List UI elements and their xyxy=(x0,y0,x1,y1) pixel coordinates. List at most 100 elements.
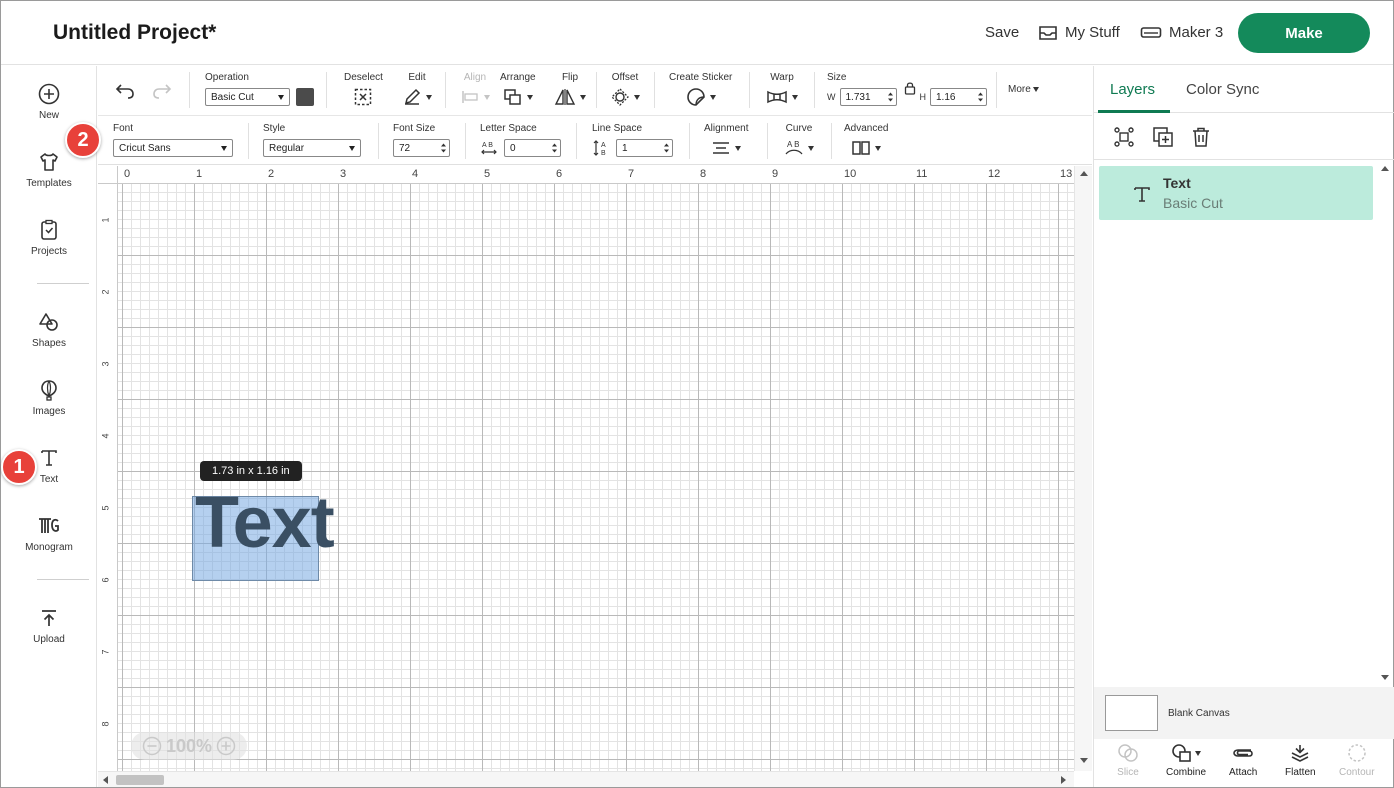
color-swatch[interactable] xyxy=(296,88,314,106)
slice-button[interactable]: Slice xyxy=(1117,743,1139,778)
scroll-left-icon[interactable] xyxy=(102,776,108,784)
zoom-in-icon[interactable] xyxy=(216,736,236,756)
my-stuff-button[interactable]: My Stuff xyxy=(1038,24,1120,41)
blank-canvas-swatch[interactable] xyxy=(1105,695,1158,731)
line-space-label: Line Space xyxy=(592,123,643,134)
make-button[interactable]: Make xyxy=(1238,13,1370,53)
more-button[interactable]: More xyxy=(1008,84,1039,95)
design-canvas[interactable]: 0 1 2 3 4 5 6 7 8 9 10 11 12 13 1 2 3 4 … xyxy=(98,166,1074,771)
contour-button[interactable]: Contour xyxy=(1339,743,1375,778)
curve-icon: A B xyxy=(785,140,803,155)
flatten-button[interactable]: Flatten xyxy=(1285,743,1316,778)
blank-canvas-layer[interactable]: Blank Canvas xyxy=(1094,687,1394,739)
inbox-icon xyxy=(1039,25,1057,40)
ruler-tick-label: 4 xyxy=(412,168,419,180)
canvas-vertical-scrollbar[interactable] xyxy=(1074,166,1092,771)
duplicate-icon[interactable] xyxy=(1152,126,1174,148)
sidebar-item-monogram[interactable]: Monogram xyxy=(1,514,97,570)
warp-tool[interactable]: Warp xyxy=(766,72,798,108)
sidebar-item-label: Upload xyxy=(33,634,65,645)
save-button[interactable]: Save xyxy=(985,24,1019,41)
advanced-tool[interactable]: Advanced xyxy=(844,123,888,159)
ruler-tick-label: 6 xyxy=(100,577,111,583)
tshirt-icon xyxy=(40,153,58,171)
group-icon[interactable] xyxy=(1113,126,1135,148)
edit-toolbar: Operation Basic Cut Deselect Edit Align … xyxy=(98,66,1092,116)
style-select[interactable]: Regular xyxy=(263,139,361,157)
ruler-tick-label: 9 xyxy=(772,168,779,180)
ruler-tick-label: 1 xyxy=(100,217,111,223)
width-label: W xyxy=(827,92,836,102)
combine-button[interactable]: Combine xyxy=(1166,743,1206,778)
letter-space-input[interactable]: 0 xyxy=(504,139,561,157)
project-title[interactable]: Untitled Project* xyxy=(53,21,216,45)
warp-icon xyxy=(767,90,787,104)
deselect-tool[interactable]: Deselect xyxy=(344,72,383,108)
left-sidebar: New Templates Projects Shapes Images Tex… xyxy=(1,66,97,787)
layer-operation: Basic Cut xyxy=(1163,195,1223,211)
svg-text:B: B xyxy=(601,150,606,157)
width-input[interactable]: 1.731 xyxy=(839,88,897,106)
font-size-input[interactable]: 72 xyxy=(393,139,450,157)
layers-panel: Layers Color Sync Text Basic Cut Blank C… xyxy=(1093,66,1394,787)
height-input[interactable]: 1.16 xyxy=(930,88,987,106)
operation-control: Operation Basic Cut xyxy=(205,72,314,108)
arrange-icon xyxy=(504,89,521,105)
line-space-input[interactable]: 1 xyxy=(616,139,673,157)
scroll-down-icon[interactable] xyxy=(1080,758,1088,764)
sidebar-item-shapes[interactable]: Shapes xyxy=(1,310,97,366)
pencil-icon xyxy=(404,88,421,105)
attach-button[interactable]: Attach xyxy=(1229,743,1257,778)
edit-tool[interactable]: Edit xyxy=(402,72,432,108)
align-label: Align xyxy=(463,72,487,83)
ruler-tick-label: 6 xyxy=(556,168,563,180)
svg-text:A: A xyxy=(601,142,606,149)
my-stuff-label: My Stuff xyxy=(1065,24,1120,41)
ruler-tick-label: 12 xyxy=(988,168,1001,180)
create-sticker-tool[interactable]: Create Sticker xyxy=(669,72,732,108)
dimension-tooltip: 1.73 in x 1.16 in xyxy=(200,461,302,481)
redo-icon[interactable] xyxy=(151,82,173,100)
arrange-tool[interactable]: Arrange xyxy=(500,72,536,108)
advanced-icon xyxy=(852,141,870,155)
layers-scrollbar[interactable] xyxy=(1375,161,1394,687)
ruler-tick-label: 5 xyxy=(100,505,111,511)
scroll-up-icon[interactable] xyxy=(1381,165,1389,171)
scroll-thumb[interactable] xyxy=(116,775,164,785)
sidebar-item-projects[interactable]: Projects xyxy=(1,218,97,274)
sidebar-item-templates[interactable]: Templates xyxy=(1,150,97,206)
tab-color-sync[interactable]: Color Sync xyxy=(1186,81,1259,98)
sidebar-item-label: Images xyxy=(32,406,66,417)
ruler-tick-label: 10 xyxy=(844,168,857,180)
ruler-tick-label: 0 xyxy=(124,168,131,180)
alignment-tool[interactable]: Alignment xyxy=(704,123,748,159)
machine-selector[interactable]: Maker 3 xyxy=(1140,24,1223,41)
lock-icon[interactable] xyxy=(904,81,916,95)
operation-select[interactable]: Basic Cut xyxy=(205,88,290,106)
flip-tool[interactable]: Flip xyxy=(554,72,586,108)
sidebar-item-upload[interactable]: Upload xyxy=(1,606,97,662)
ruler-tick-label: 2 xyxy=(100,289,111,295)
layer-item-text[interactable]: Text Basic Cut xyxy=(1099,166,1373,220)
layer-name: Text xyxy=(1163,175,1191,191)
undo-icon[interactable] xyxy=(114,82,136,100)
flatten-label: Flatten xyxy=(1285,767,1316,778)
combine-label: Combine xyxy=(1166,767,1207,778)
font-select[interactable]: Cricut Sans xyxy=(113,139,233,157)
scroll-right-icon[interactable] xyxy=(1061,776,1067,784)
height-label: H xyxy=(919,92,927,102)
canvas-horizontal-scrollbar[interactable] xyxy=(98,771,1074,787)
tab-layers[interactable]: Layers xyxy=(1110,81,1155,98)
offset-tool[interactable]: Offset xyxy=(610,72,640,108)
curve-tool[interactable]: Curve A B xyxy=(784,123,814,159)
curve-label: Curve xyxy=(785,123,813,134)
align-center-icon xyxy=(713,142,730,154)
scroll-up-icon[interactable] xyxy=(1080,170,1088,176)
text-object[interactable]: Text xyxy=(192,487,335,581)
scroll-down-icon[interactable] xyxy=(1381,675,1389,681)
zoom-out-icon[interactable] xyxy=(142,736,162,756)
trash-icon[interactable] xyxy=(1191,126,1211,148)
svg-text:A B: A B xyxy=(787,140,799,149)
align-tool[interactable]: Align xyxy=(460,72,490,108)
sidebar-item-images[interactable]: Images xyxy=(1,378,97,434)
